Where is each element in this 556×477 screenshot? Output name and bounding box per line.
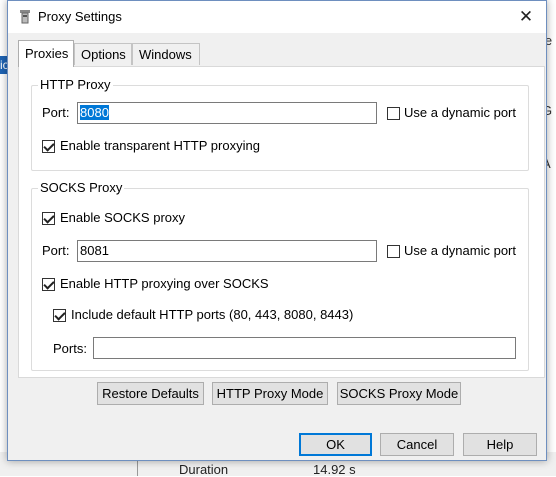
http-dynamic-port-checkbox[interactable] (387, 107, 400, 120)
http-over-socks-checkbox[interactable] (42, 278, 55, 291)
http-dynamic-port-label: Use a dynamic port (404, 105, 516, 120)
http-port-input[interactable]: 8080 (77, 102, 377, 124)
dialog-title: Proxy Settings (38, 9, 122, 24)
title-bar[interactable]: Proxy Settings ✕ (8, 1, 546, 33)
app-icon (20, 10, 30, 24)
socks-proxy-title: SOCKS Proxy (38, 180, 125, 195)
http-over-socks-label: Enable HTTP proxying over SOCKS (60, 276, 269, 291)
cancel-button[interactable]: Cancel (380, 433, 454, 456)
enable-socks-checkbox[interactable] (42, 212, 55, 225)
http-port-value: 8080 (80, 105, 109, 120)
transparent-proxy-checkbox[interactable] (42, 140, 55, 153)
transparent-proxy-label: Enable transparent HTTP proxying (60, 138, 260, 153)
socks-proxy-group: SOCKS Proxy Enable SOCKS proxy Port: 808… (31, 180, 529, 371)
help-button[interactable]: Help (463, 433, 537, 456)
socks-dynamic-port-checkbox[interactable] (387, 245, 400, 258)
tab-options[interactable]: Options (74, 43, 132, 65)
socks-dynamic-port-label: Use a dynamic port (404, 243, 516, 258)
ports-label: Ports: (53, 341, 87, 356)
ok-button[interactable]: OK (299, 433, 372, 456)
enable-socks-label: Enable SOCKS proxy (60, 210, 186, 225)
tab-proxies[interactable]: Proxies (18, 40, 74, 67)
socks-port-value: 8081 (80, 243, 109, 258)
duration-value: 14.92 s (313, 462, 356, 477)
http-proxy-title: HTTP Proxy (38, 77, 113, 92)
ports-input[interactable] (93, 337, 516, 359)
proxies-panel: HTTP Proxy Port: 8080 Use a dynamic port… (18, 66, 545, 378)
http-port-label: Port: (42, 105, 70, 120)
default-ports-checkbox[interactable] (53, 309, 66, 322)
restore-defaults-button[interactable]: Restore Defaults (97, 382, 204, 405)
default-ports-label: Include default HTTP ports (80, 443, 808… (71, 307, 354, 322)
http-proxy-group: HTTP Proxy Port: 8080 Use a dynamic port… (31, 77, 529, 171)
duration-label: Duration (179, 462, 229, 477)
socks-proxy-mode-button[interactable]: SOCKS Proxy Mode (337, 382, 461, 405)
close-button[interactable]: ✕ (512, 4, 540, 30)
http-proxy-mode-button[interactable]: HTTP Proxy Mode (212, 382, 328, 405)
proxy-settings-dialog: Proxy Settings ✕ Proxies Options Windows… (7, 0, 547, 461)
tab-windows[interactable]: Windows (132, 43, 200, 65)
socks-port-input[interactable]: 8081 (77, 240, 377, 262)
close-icon: ✕ (518, 7, 534, 26)
socks-port-label: Port: (42, 243, 70, 258)
